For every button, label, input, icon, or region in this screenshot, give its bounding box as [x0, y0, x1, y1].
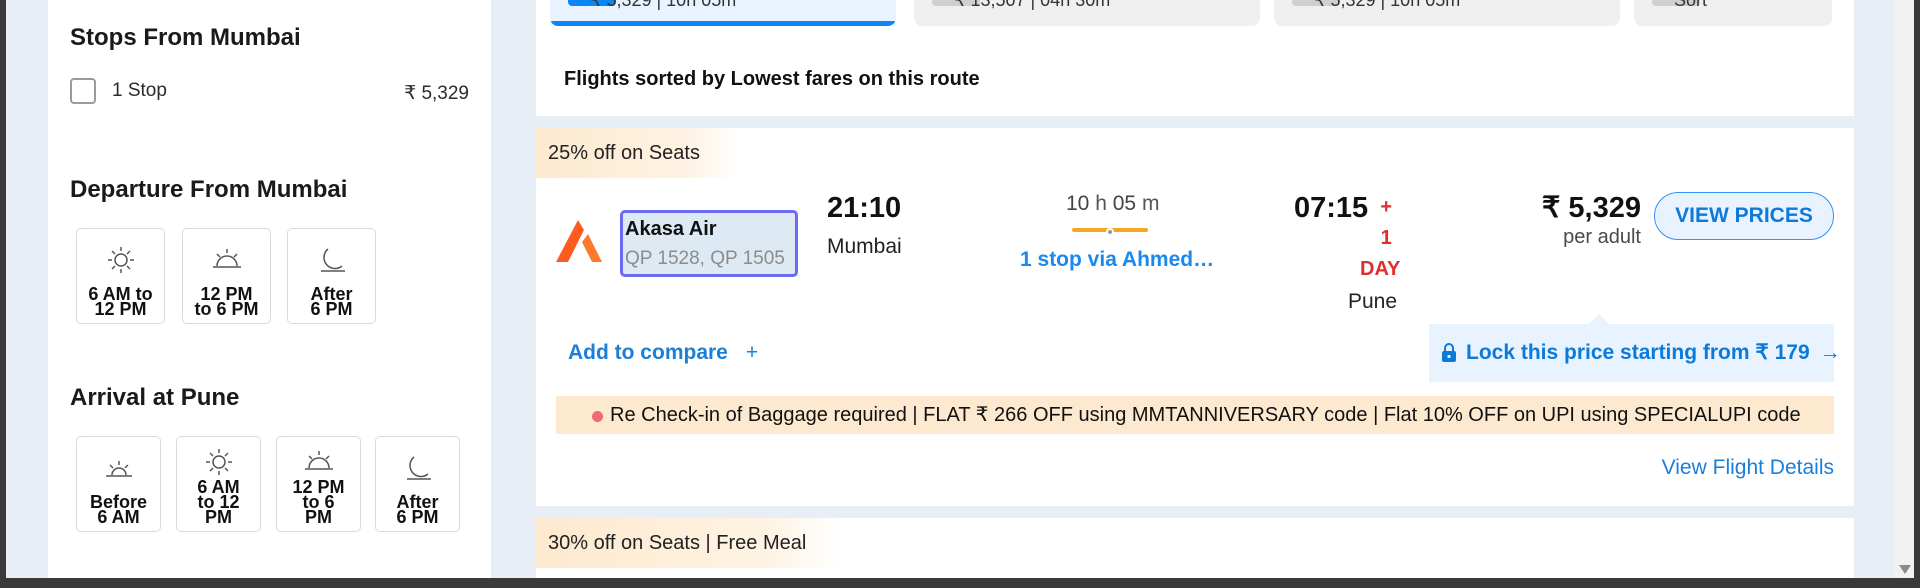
fare-price: ₹ 5,329: [1541, 192, 1641, 224]
stop-info-link[interactable]: 1 stop via Ahmed…: [1020, 248, 1214, 272]
view-flight-details-link[interactable]: View Flight Details: [1662, 456, 1834, 480]
sunset-icon: [212, 249, 241, 268]
page-viewport: Stops From Mumbai 1 Stop ₹ 5,329 Departu…: [6, 0, 1894, 578]
arrival-slot-afternoon-label: 12 PM to 6 PM: [292, 477, 345, 527]
sort-tab-other[interactable]: Sort: [1634, 0, 1832, 26]
one-stop-label[interactable]: 1 Stop: [112, 80, 167, 102]
offer-badge: 25% off on Seats: [536, 128, 736, 178]
sun-icon: [205, 449, 232, 475]
departure-slot-evening-label: After 6 PM: [310, 284, 353, 319]
departure-time: 21:10: [827, 192, 902, 224]
offer-badge-next: 30% off on Seats | Free Meal: [536, 518, 843, 568]
arrow-right-icon: →: [1819, 341, 1841, 364]
arrival-slot-early-label: Before 6 AM: [89, 492, 147, 527]
moon-icon: [406, 456, 431, 480]
akasa-air-logo: [556, 220, 602, 262]
airline-info: Akasa Air QP 1528, QP 1505: [620, 210, 798, 277]
flight-card-next: 30% off on Seats | Free Meal: [536, 518, 1854, 578]
sorted-note: Flights sorted by Lowest fares on this r…: [564, 68, 980, 90]
lock-icon: [1442, 343, 1456, 362]
airline-name: Akasa Air: [625, 218, 717, 240]
offer-bar: Re Check-in of Baggage required | FLAT ₹…: [556, 396, 1834, 434]
view-prices-button[interactable]: VIEW PRICES: [1654, 192, 1834, 240]
departure-slot-evening[interactable]: After 6 PM: [287, 228, 376, 324]
filter-sidebar: Stops From Mumbai 1 Stop ₹ 5,329 Departu…: [48, 0, 491, 578]
arrival-slot-evening-label: After 6 PM: [396, 492, 439, 527]
sunrise-icon: [105, 461, 132, 477]
arrival-slot-morning[interactable]: 6 AM to 12 PM: [176, 436, 261, 532]
arrival-heading: Arrival at Pune: [70, 384, 240, 411]
next-day-indicator: +1 DAY: [1360, 196, 1401, 280]
one-stop-checkbox[interactable]: [70, 78, 96, 104]
flight-duration: 10 h 05 m: [1066, 192, 1160, 215]
moon-icon: [320, 248, 345, 272]
sort-tab-cheapest[interactable]: ₹ 5,329 | 10h 05m: [550, 0, 896, 26]
arrival-slot-morning-label: 6 AM to 12 PM: [197, 477, 240, 527]
sort-strip: ₹ 5,329 | 10h 05m ₹ 13,507 | 04h 30m ₹ 5…: [536, 0, 1854, 116]
sun-icon: [107, 247, 134, 273]
departure-slot-afternoon-label: 12 PM to 6 PM: [194, 284, 259, 319]
departure-slot-afternoon[interactable]: 12 PM to 6 PM: [182, 228, 271, 324]
sunset-icon: [304, 451, 333, 470]
per-adult-label: per adult: [1563, 226, 1641, 248]
arrival-city: Pune: [1348, 290, 1398, 313]
arrival-time: 07:15: [1294, 192, 1369, 224]
arrival-slot-early[interactable]: Before 6 AM: [76, 436, 161, 532]
plus-icon: +: [745, 341, 759, 364]
scroll-down-arrow-icon[interactable]: [1899, 565, 1911, 574]
departure-slot-morning[interactable]: 6 AM to 12 PM: [76, 228, 165, 324]
sort-tab-fastest[interactable]: ₹ 13,507 | 04h 30m: [914, 0, 1260, 26]
flight-card: 25% off on Seats Akasa Air QP 1528, QP 1…: [536, 128, 1854, 506]
offer-text: Re Check-in of Baggage required | FLAT ₹…: [610, 404, 1801, 426]
arrival-slot-afternoon[interactable]: 12 PM to 6 PM: [276, 436, 361, 532]
lock-price-button[interactable]: Lock this price starting from ₹ 179 →: [1429, 314, 1841, 382]
sort-tab-best[interactable]: ₹ 5,329 | 10h 05m: [1274, 0, 1620, 26]
alert-dot-icon: [592, 411, 603, 422]
one-stop-price: ₹ 5,329: [404, 83, 469, 104]
vertical-scrollbar[interactable]: [1894, 0, 1914, 578]
departure-heading: Departure From Mumbai: [70, 176, 348, 203]
departure-city: Mumbai: [827, 235, 902, 258]
arrival-slot-evening[interactable]: After 6 PM: [375, 436, 460, 532]
stop-dot: [1106, 228, 1114, 236]
stops-heading: Stops From Mumbai: [70, 24, 301, 51]
add-to-compare-link[interactable]: Add to compare +: [568, 341, 758, 365]
departure-slot-morning-label: 6 AM to 12 PM: [88, 284, 153, 319]
flight-numbers: QP 1528, QP 1505: [625, 248, 785, 269]
